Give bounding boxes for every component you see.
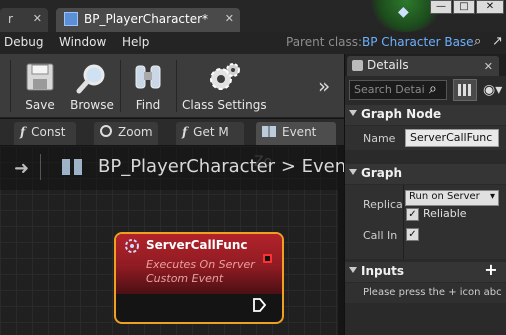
toolbar-overflow-button[interactable]: » <box>318 74 330 98</box>
browse-label: Browse <box>70 98 114 112</box>
delegate-output-pin[interactable] <box>263 254 272 263</box>
exec-output-pin-icon[interactable] <box>252 297 266 313</box>
column-divider <box>403 185 404 259</box>
node-name-field[interactable]: ServerCallFunc <box>405 129 499 147</box>
document-tab-label: r <box>8 12 13 26</box>
toolbar: Save Browse Find Class Settings » <box>0 54 344 118</box>
section-graph-node[interactable]: Graph Node <box>345 105 506 125</box>
parent-class-label: Parent class: <box>286 35 363 49</box>
reliable-checkbox[interactable]: ✓ <box>406 208 419 221</box>
add-input-button[interactable]: + <box>483 262 499 278</box>
toolbar-separator <box>120 60 121 112</box>
chevron-down-icon <box>349 169 357 175</box>
breadcrumb-separator-line <box>40 154 41 180</box>
event-graph-icon <box>262 126 276 137</box>
custom-event-node[interactable]: ServerCallFunc Executes On Server Custom… <box>114 232 284 324</box>
inputs-hint: Please press the + icon abc <box>363 287 502 298</box>
search-icon: ⌕ <box>429 81 437 97</box>
tab-event-graph[interactable]: Event <box>256 122 336 145</box>
close-icon[interactable]: ✕ <box>33 12 42 25</box>
menu-help[interactable]: Help <box>122 35 149 49</box>
details-panel: Details ✕ Search Detai ⌕ ◉▾ Graph Node N… <box>344 54 506 335</box>
floppy-disk-icon <box>26 63 54 91</box>
details-tab[interactable]: Details ✕ <box>347 56 499 76</box>
document-tab-label: BP_PlayerCharacter* <box>84 12 209 26</box>
toolbar-separator <box>176 60 177 112</box>
find-label: Find <box>135 98 161 112</box>
minimize-icon[interactable]: — <box>430 0 452 14</box>
document-tab-previous[interactable]: r ✕ <box>0 8 48 32</box>
breadcrumb-path: BP_PlayerCharacter > Event <box>98 156 353 177</box>
tab-get-m[interactable]: f Get M <box>176 122 244 145</box>
clock-icon <box>100 125 112 137</box>
tab-label: Event <box>282 125 317 139</box>
details-tab-label: Details <box>367 58 409 72</box>
document-tab-active[interactable]: BP_PlayerCharacter* ✕ <box>56 8 240 32</box>
gears-icon <box>210 63 240 90</box>
class-settings-button[interactable]: Class Settings <box>182 56 267 116</box>
tab-construction-script[interactable]: f Const <box>14 122 76 145</box>
node-title: ServerCallFunc <box>146 238 248 252</box>
back-arrow-icon[interactable]: ➜ <box>14 158 29 179</box>
save-label: Save <box>25 98 55 112</box>
parent-class-link[interactable]: BP Character Base <box>362 35 474 49</box>
section-title: Inputs <box>361 264 405 278</box>
reliable-label: Reliable <box>423 207 467 220</box>
chevron-down-icon <box>349 267 357 273</box>
graph-tab-bar: f Const Zoom f Get M Event <box>0 119 344 145</box>
close-icon[interactable]: ✕ <box>484 60 493 73</box>
details-tab-bar: Details ✕ <box>345 54 506 76</box>
section-inputs[interactable]: Inputs <box>345 262 506 282</box>
close-icon[interactable]: ✕ <box>225 12 234 25</box>
function-icon: f <box>182 125 188 139</box>
section-graph[interactable]: Graph <box>345 164 506 184</box>
graph-canvas[interactable]: ➜ Zo BP_PlayerCharacter > Event ServerCa… <box>0 146 353 335</box>
binoculars-icon <box>135 65 161 89</box>
breadcrumb-chevron: > <box>280 156 296 177</box>
menu-window[interactable]: Window <box>59 35 106 49</box>
name-label: Name <box>363 132 396 145</box>
section-title: Graph Node <box>361 107 442 121</box>
search-icon[interactable]: ⌕ <box>474 34 481 49</box>
toolbar-separator <box>10 60 11 112</box>
menu-debug[interactable]: Debug <box>4 35 43 49</box>
replicates-label: Replica <box>363 198 403 211</box>
section-title: Graph <box>361 166 402 180</box>
network-event-icon <box>125 239 139 253</box>
replicates-select[interactable]: Run on Server ▾ <box>405 190 499 206</box>
browse-icon[interactable]: ↗ <box>492 34 503 49</box>
magnifier-icon <box>76 64 105 94</box>
function-icon: f <box>20 125 26 139</box>
menu-bar: Debug Window Help Parent class: BP Chara… <box>0 32 506 54</box>
maximize-icon[interactable]: □ <box>453 0 475 14</box>
node-header: ServerCallFunc Executes On Server Custom… <box>116 234 282 294</box>
cube-icon: ◆ <box>398 4 409 20</box>
tab-zoom[interactable]: Zoom <box>94 122 158 145</box>
event-graph-icon <box>62 159 82 175</box>
save-button[interactable]: Save <box>18 56 62 116</box>
property-matrix-button[interactable] <box>453 79 477 101</box>
blueprint-icon <box>64 12 78 26</box>
node-subtitle-type: Custom Event <box>146 272 224 285</box>
tab-label: Zoom <box>118 125 153 139</box>
chevron-down-icon <box>349 110 357 116</box>
tab-label: Const <box>31 125 66 139</box>
breadcrumb-root[interactable]: BP_PlayerCharacter <box>98 156 275 177</box>
browse-button[interactable]: Browse <box>68 56 116 116</box>
details-icon <box>352 60 363 71</box>
document-tab-bar: r ✕ BP_PlayerCharacter* ✕ ◆ — □ ✕ <box>0 0 506 32</box>
breadcrumb: ➜ Zo BP_PlayerCharacter > Event <box>0 146 353 190</box>
call-in-editor-label: Call In <box>363 229 398 242</box>
chevron-down-icon: ▾ <box>489 191 495 202</box>
node-subtitle-replication: Executes On Server <box>146 258 255 271</box>
class-settings-label: Class Settings <box>182 98 267 112</box>
replicates-value: Run on Server <box>409 191 480 202</box>
call-in-editor-checkbox[interactable]: ✓ <box>406 228 419 241</box>
tab-label: Get M <box>193 125 229 139</box>
eye-icon[interactable]: ◉▾ <box>483 82 502 98</box>
find-button[interactable]: Find <box>126 56 170 116</box>
grid-icon <box>458 84 472 96</box>
close-icon[interactable]: ✕ <box>476 0 504 14</box>
